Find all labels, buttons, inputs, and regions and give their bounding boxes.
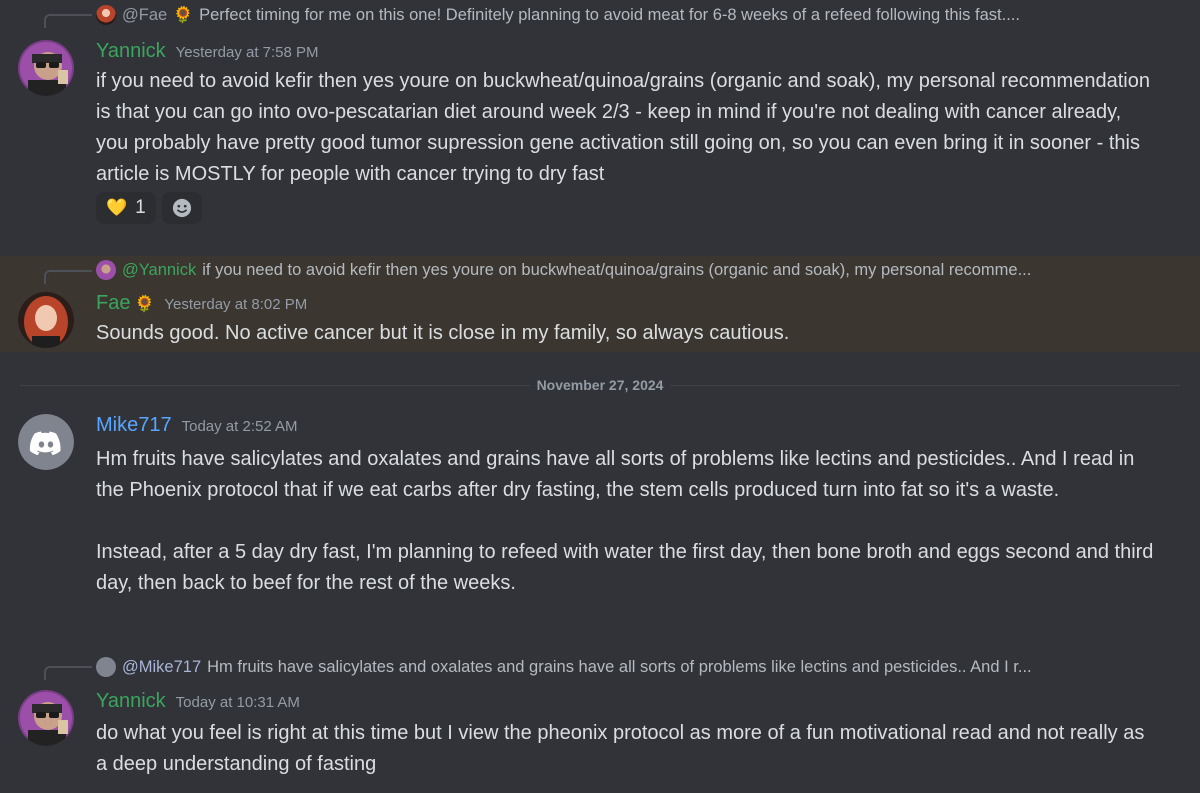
discord-logo-icon (29, 431, 61, 456)
message-yannick-2: @Mike717 Hm fruits have salicylates and … (0, 652, 1200, 793)
timestamp[interactable]: Yesterday at 8:02 PM (164, 296, 307, 313)
message-mike717: Mike717 Today at 2:52 AM Hm fruits have … (0, 400, 1200, 640)
reply-mention[interactable]: @Mike717 (122, 658, 201, 677)
avatar[interactable] (18, 414, 74, 470)
reply-mention[interactable]: @Yannick (122, 261, 196, 280)
discord-mini-avatar (96, 657, 116, 677)
timestamp[interactable]: Today at 10:31 AM (176, 694, 300, 711)
reply-spine (44, 666, 92, 680)
timestamp[interactable]: Yesterday at 7:58 PM (176, 44, 319, 61)
author-name[interactable]: Fae (96, 292, 130, 315)
reply-text: Hm fruits have salicylates and oxalates … (207, 657, 1032, 676)
reaction-count: 1 (135, 197, 146, 218)
date-divider: November 27, 2024 (20, 377, 1180, 393)
yellow-heart-icon: 💛 (106, 198, 128, 217)
message-content: do what you feel is right at this time b… (96, 722, 1145, 775)
message-yannick-1: @Fae 🌻 Perfect timing for me on this one… (0, 0, 1200, 250)
sunflower-icon: 🌻 (173, 7, 194, 24)
message-content: Sounds good. No active cancer but it is … (96, 322, 790, 344)
smiley-icon (172, 198, 191, 218)
message-content: Hm fruits have salicylates and oxalates … (96, 444, 1156, 599)
avatar[interactable] (18, 40, 74, 96)
fae-mini-avatar (96, 5, 116, 25)
reaction-heart[interactable]: 💛 1 (96, 192, 156, 224)
message-fae: @Yannick if you need to avoid kefir then… (0, 256, 1200, 352)
message-paragraph: Instead, after a 5 day dry fast, I'm pla… (96, 541, 1154, 594)
timestamp[interactable]: Today at 2:52 AM (182, 418, 298, 435)
add-reaction-button[interactable] (161, 192, 202, 224)
reply-mention[interactable]: @Fae (122, 6, 167, 25)
reply-text: if you need to avoid kefir then yes your… (202, 260, 1032, 279)
reply-text: Perfect timing for me on this one! Defin… (199, 5, 1020, 24)
message-content: if you need to avoid kefir then yes your… (96, 70, 1150, 185)
reply-spine (44, 14, 92, 28)
message-paragraph: Hm fruits have salicylates and oxalates … (96, 448, 1135, 501)
reactions: 💛 1 (96, 192, 202, 224)
avatar[interactable] (18, 690, 74, 746)
reply-preview[interactable]: @Fae 🌻 Perfect timing for me on this one… (96, 4, 1146, 26)
author-name[interactable]: Mike717 (96, 414, 172, 437)
author-name[interactable]: Yannick (96, 40, 166, 63)
sunflower-icon: 🌻 (134, 296, 155, 313)
avatar[interactable] (18, 292, 74, 348)
date-divider-label: November 27, 2024 (530, 377, 670, 393)
reply-preview[interactable]: @Mike717 Hm fruits have salicylates and … (96, 656, 1146, 678)
author-name[interactable]: Yannick (96, 690, 166, 713)
reply-preview[interactable]: @Yannick if you need to avoid kefir then… (96, 259, 1146, 281)
reply-spine (44, 270, 92, 284)
yannick-mini-avatar (96, 260, 116, 280)
